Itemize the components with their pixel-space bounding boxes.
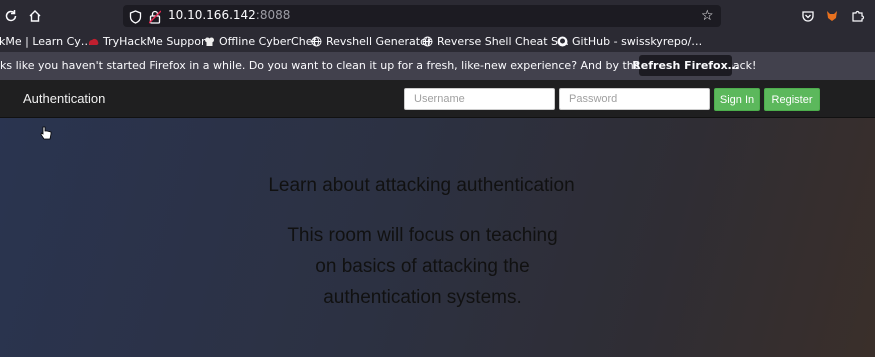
bookmark-star-icon[interactable]: ☆	[701, 8, 714, 24]
bookmark-item[interactable]: GitHub - swisskyrepo/…	[557, 35, 702, 48]
web-page: Authentication Sign In Register Learn ab…	[0, 80, 875, 357]
refresh-notification-bar: ks like you haven't started Firefox in a…	[0, 52, 875, 80]
lead-line: This room will focus on teaching	[287, 225, 558, 246]
shield-icon[interactable]	[129, 9, 142, 28]
password-input[interactable]	[559, 88, 710, 110]
bookmark-label: Offline CyberChef	[219, 35, 317, 48]
hand-cursor-icon	[40, 125, 52, 140]
home-icon[interactable]	[25, 6, 45, 26]
insecure-lock-icon[interactable]	[148, 9, 162, 28]
register-button[interactable]: Register	[764, 88, 820, 111]
bookmark-label: GitHub - swisskyrepo/…	[572, 35, 703, 48]
bookmark-item[interactable]: kMe | Learn Cy…	[0, 35, 92, 48]
bookmark-item[interactable]: TryHackMe Support	[88, 35, 210, 48]
url-bar[interactable]: 10.10.166.142:8088 ☆	[123, 5, 721, 27]
extensions-puzzle-icon[interactable]	[848, 6, 868, 26]
site-brand[interactable]: Authentication	[23, 91, 105, 106]
bookmark-item[interactable]: Offline CyberChef	[204, 35, 316, 48]
pocket-icon[interactable]	[798, 6, 818, 26]
url-host: 10.10.166.142	[168, 8, 256, 22]
bookmark-label: TryHackMe Support	[103, 35, 210, 48]
reload-icon[interactable]	[1, 6, 21, 26]
bookmark-item[interactable]: Reverse Shell Cheat S…	[422, 35, 569, 48]
bookmark-label: Revshell Generator	[326, 35, 432, 48]
lead-line: on basics of attacking the	[315, 256, 530, 277]
username-input[interactable]	[404, 88, 555, 110]
tryhackme-icon	[88, 36, 99, 47]
url-port: :8088	[255, 8, 291, 22]
globe-icon	[311, 36, 322, 47]
chef-icon	[204, 36, 215, 47]
site-navbar: Authentication Sign In Register	[0, 80, 875, 118]
sign-in-button[interactable]: Sign In	[714, 88, 760, 111]
lead-text: This room will focus on teaching on basi…	[0, 220, 860, 313]
url-text: 10.10.166.142:8088	[168, 8, 290, 22]
bookmarks-toolbar: kMe | Learn Cy… TryHackMe Support Offlin…	[0, 32, 875, 52]
bookmark-label: Reverse Shell Cheat S…	[437, 35, 569, 48]
refresh-firefox-button[interactable]: Refresh Firefox…	[632, 55, 739, 76]
browser-toolbar: 10.10.166.142:8088 ☆	[0, 0, 875, 32]
globe-icon	[422, 36, 433, 47]
github-icon	[557, 36, 568, 47]
lead-line: authentication systems.	[323, 287, 522, 308]
extension-fox-icon[interactable]	[822, 6, 842, 26]
bookmark-item[interactable]: Revshell Generator	[311, 35, 431, 48]
page-title: Learn about attacking authentication	[268, 175, 575, 196]
bookmark-label: kMe | Learn Cy…	[0, 35, 92, 48]
